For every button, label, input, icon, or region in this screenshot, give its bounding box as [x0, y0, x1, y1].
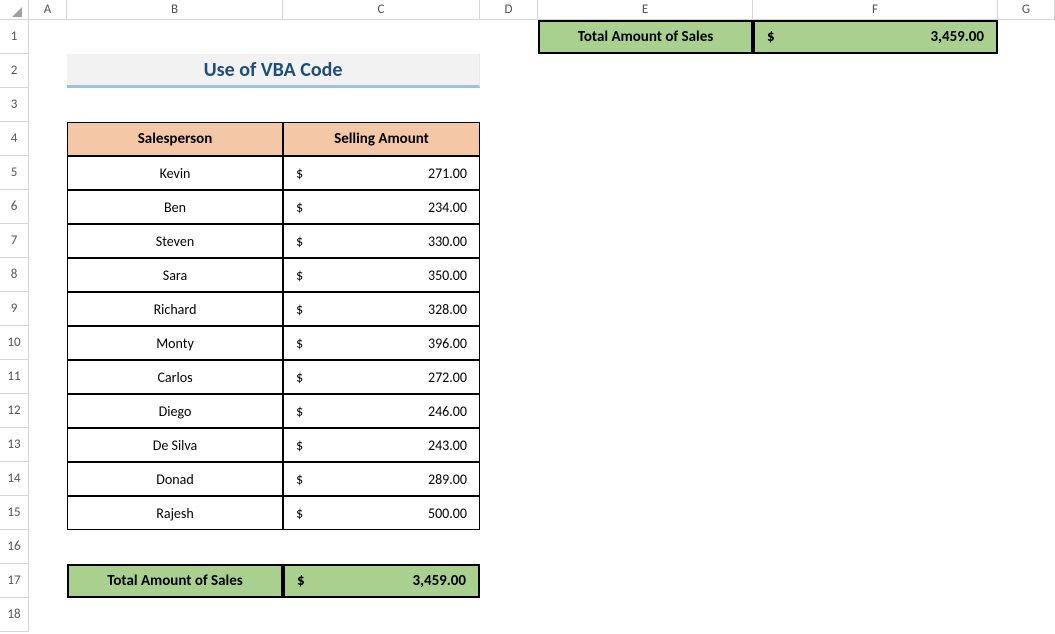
amount-value: 289.00 [303, 471, 467, 488]
table-row[interactable]: Kevin [67, 156, 283, 190]
row-header-9[interactable]: 9 [0, 292, 29, 326]
table-row[interactable]: $243.00 [283, 428, 480, 462]
row-header-3[interactable]: 3 [0, 88, 29, 122]
amount-value: 246.00 [303, 403, 467, 420]
col-header-C[interactable]: C [283, 0, 480, 20]
currency-symbol: $ [296, 301, 303, 318]
row-header-13[interactable]: 13 [0, 428, 29, 462]
total-amount: 3,459.00 [775, 28, 984, 46]
total-value-cell[interactable]: $3,459.00 [283, 564, 480, 598]
row-header-5[interactable]: 5 [0, 156, 29, 190]
table-row[interactable]: Donad [67, 462, 283, 496]
col-header-D[interactable]: D [480, 0, 538, 20]
currency-symbol: $ [296, 471, 303, 488]
currency-symbol: $ [296, 233, 303, 250]
row-header-12[interactable]: 12 [0, 394, 29, 428]
amount-value: 234.00 [303, 199, 467, 216]
col-header-F[interactable]: F [753, 0, 998, 20]
row-header-14[interactable]: 14 [0, 462, 29, 496]
table-row[interactable]: $246.00 [283, 394, 480, 428]
col-header-B[interactable]: B [67, 0, 283, 20]
table-row[interactable]: $330.00 [283, 224, 480, 258]
table-row[interactable]: $289.00 [283, 462, 480, 496]
amount-value: 272.00 [303, 369, 467, 386]
amount-value: 330.00 [303, 233, 467, 250]
select-all-corner[interactable] [0, 0, 29, 20]
spreadsheet-grid: A B C D E F G 1 2 3 4 5 6 7 8 9 10 11 12… [0, 0, 1055, 632]
currency-symbol: $ [767, 28, 775, 46]
currency-symbol: $ [296, 165, 303, 182]
table-row[interactable]: Sara [67, 258, 283, 292]
col-header-A[interactable]: A [29, 0, 67, 20]
total-amount: 3,459.00 [305, 572, 466, 590]
amount-value: 500.00 [303, 505, 467, 522]
currency-symbol: $ [296, 199, 303, 216]
table-row[interactable]: $350.00 [283, 258, 480, 292]
col-header-G[interactable]: G [998, 0, 1055, 20]
row-header-7[interactable]: 7 [0, 224, 29, 258]
amount-value: 243.00 [303, 437, 467, 454]
amount-value: 396.00 [303, 335, 467, 352]
currency-symbol: $ [297, 572, 305, 590]
total-value-cell-top[interactable]: $3,459.00 [753, 20, 998, 54]
header-salesperson[interactable]: Salesperson [67, 122, 283, 156]
table-row[interactable]: Ben [67, 190, 283, 224]
table-row[interactable]: Diego [67, 394, 283, 428]
total-label-cell-top[interactable]: Total Amount of Sales [538, 20, 753, 54]
table-row[interactable]: $271.00 [283, 156, 480, 190]
amount-value: 271.00 [303, 165, 467, 182]
row-header-2[interactable]: 2 [0, 54, 29, 88]
table-row[interactable]: Richard [67, 292, 283, 326]
row-header-10[interactable]: 10 [0, 326, 29, 360]
row-header-18[interactable]: 18 [0, 598, 29, 632]
row-header-17[interactable]: 17 [0, 564, 29, 598]
amount-value: 350.00 [303, 267, 467, 284]
header-selling-amount[interactable]: Selling Amount [283, 122, 480, 156]
table-row[interactable]: Rajesh [67, 496, 283, 530]
row-header-16[interactable]: 16 [0, 530, 29, 564]
currency-symbol: $ [296, 403, 303, 420]
row-header-1[interactable]: 1 [0, 20, 29, 54]
table-row[interactable]: $396.00 [283, 326, 480, 360]
row-header-4[interactable]: 4 [0, 122, 29, 156]
table-row[interactable]: De Silva [67, 428, 283, 462]
table-row[interactable]: Steven [67, 224, 283, 258]
table-row[interactable]: Monty [67, 326, 283, 360]
table-row[interactable]: $234.00 [283, 190, 480, 224]
currency-symbol: $ [296, 505, 303, 522]
currency-symbol: $ [296, 369, 303, 386]
table-row[interactable]: $272.00 [283, 360, 480, 394]
row-header-11[interactable]: 11 [0, 360, 29, 394]
row-header-8[interactable]: 8 [0, 258, 29, 292]
row-header-15[interactable]: 15 [0, 496, 29, 530]
table-row[interactable]: $328.00 [283, 292, 480, 326]
page-title[interactable]: Use of VBA Code [67, 54, 480, 88]
currency-symbol: $ [296, 267, 303, 284]
row-header-6[interactable]: 6 [0, 190, 29, 224]
total-label-cell[interactable]: Total Amount of Sales [67, 564, 283, 598]
currency-symbol: $ [296, 437, 303, 454]
table-row[interactable]: $500.00 [283, 496, 480, 530]
currency-symbol: $ [296, 335, 303, 352]
col-header-E[interactable]: E [538, 0, 753, 20]
table-row[interactable]: Carlos [67, 360, 283, 394]
amount-value: 328.00 [303, 301, 467, 318]
